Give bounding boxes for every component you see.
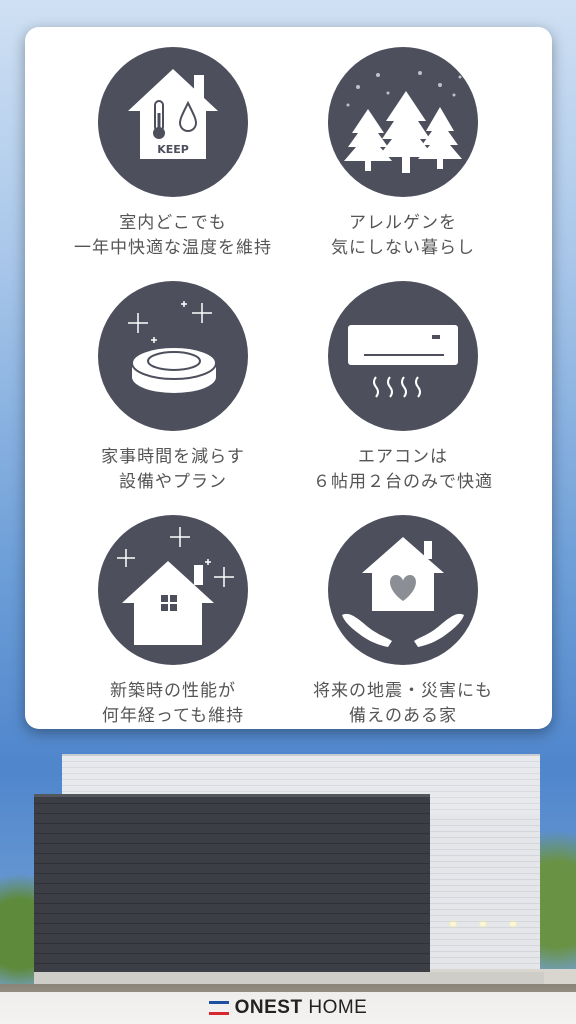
- feature-caption: エアコンは ６帖用２台のみで快適: [313, 447, 493, 492]
- brand-logo: ONEST HOME: [208, 997, 368, 1019]
- keep-badge: KEEP: [157, 143, 189, 156]
- feature-caption: アレルゲンを 気にしない暮らし: [331, 213, 475, 258]
- feature-caption: 室内どこでも 一年中快適な温度を維持: [74, 213, 272, 258]
- logo-mark-icon: [208, 1001, 229, 1015]
- brand-name: ONEST HOME: [234, 997, 368, 1018]
- thermometer-house-icon: KEEP: [98, 47, 248, 197]
- wall-light: [510, 922, 516, 926]
- dark-wall: [34, 794, 430, 972]
- air-conditioner-icon: [328, 281, 478, 431]
- feature-air-conditioner: エアコンは ６帖用２台のみで快適: [283, 281, 523, 495]
- right-wall: [430, 814, 540, 974]
- feature-lasting-performance: 新築時の性能が 何年経っても維持: [53, 515, 293, 729]
- heart-house-hands-icon: [328, 515, 478, 665]
- feature-reduce-housework: 家事時間を減らす 設備やプラン: [53, 281, 293, 495]
- sparkling-house-icon: [98, 515, 248, 665]
- house-photo: [0, 740, 576, 1024]
- feature-disaster-ready: 将来の地震・災害にも 備えのある家: [283, 515, 523, 729]
- snowy-trees-icon: [328, 47, 478, 197]
- brand-footer: ONEST HOME: [0, 992, 576, 1024]
- feature-caption: 新築時の性能が 何年経っても維持: [101, 681, 245, 726]
- tree-right: [536, 800, 576, 990]
- wall-light: [480, 922, 486, 926]
- feature-caption: 将来の地震・災害にも 備えのある家: [313, 681, 493, 726]
- wall-light: [450, 922, 456, 926]
- feature-caption: 家事時間を減らす 設備やプラン: [101, 447, 245, 492]
- features-card: KEEP 室内どこでも 一年中快適な温度を維持 アレルゲンを 気にしない暮らし …: [25, 27, 552, 729]
- feature-allergen-free: アレルゲンを 気にしない暮らし: [283, 47, 523, 261]
- robot-vacuum-icon: [98, 281, 248, 431]
- feature-keep-temperature: KEEP 室内どこでも 一年中快適な温度を維持: [53, 47, 293, 261]
